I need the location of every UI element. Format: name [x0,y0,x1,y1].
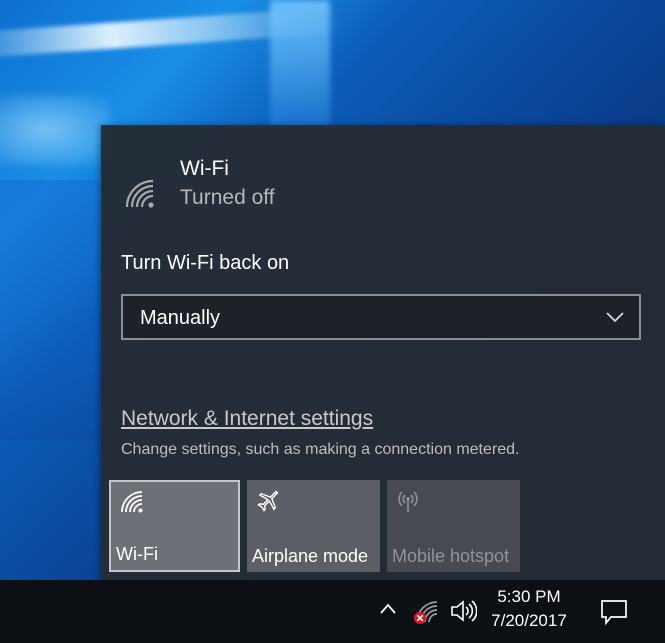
network-flyout: Wi-Fi Turned off Turn Wi-Fi back on Manu… [101,125,665,580]
chevron-up-icon[interactable] [378,602,398,616]
network-settings-link[interactable]: Network & Internet settings [121,407,373,431]
taskbar-clock[interactable]: 5:30 PM 7/20/2017 [480,585,578,633]
clock-date: 7/20/2017 [491,611,567,630]
quick-action-mobile-hotspot[interactable]: Mobile hotspot [387,480,520,572]
clock-time: 5:30 PM [497,587,561,606]
quick-action-label: Airplane mode [252,546,369,566]
quick-action-airplane-mode[interactable]: Airplane mode [247,480,380,572]
action-center-icon[interactable] [599,598,629,626]
wallpaper-light-glow [0,95,110,165]
quick-action-label: Mobile hotspot [392,546,510,566]
quick-action-wifi[interactable]: Wi-Fi [109,480,240,572]
wifi-state: Turned off [180,186,275,209]
wifi-title: Wi-Fi [180,157,229,180]
wifi-icon [121,491,143,513]
turn-wifi-on-dropdown[interactable]: Manually [121,294,641,340]
turn-wifi-on-label: Turn Wi-Fi back on [121,252,290,274]
chevron-down-icon [606,312,624,323]
wallpaper-light-beam [270,0,330,130]
network-settings-description: Change settings, such as making a connec… [121,441,520,458]
wallpaper-panel [0,180,100,440]
volume-icon[interactable] [449,598,477,624]
airplane-icon [257,490,279,512]
quick-action-label: Wi-Fi [116,544,158,564]
wifi-icon [125,179,154,208]
taskbar: 5:30 PM 7/20/2017 [0,580,665,643]
dropdown-selected-value: Manually [140,307,221,329]
hotspot-icon [398,491,418,512]
network-disconnected-icon[interactable] [411,598,441,626]
